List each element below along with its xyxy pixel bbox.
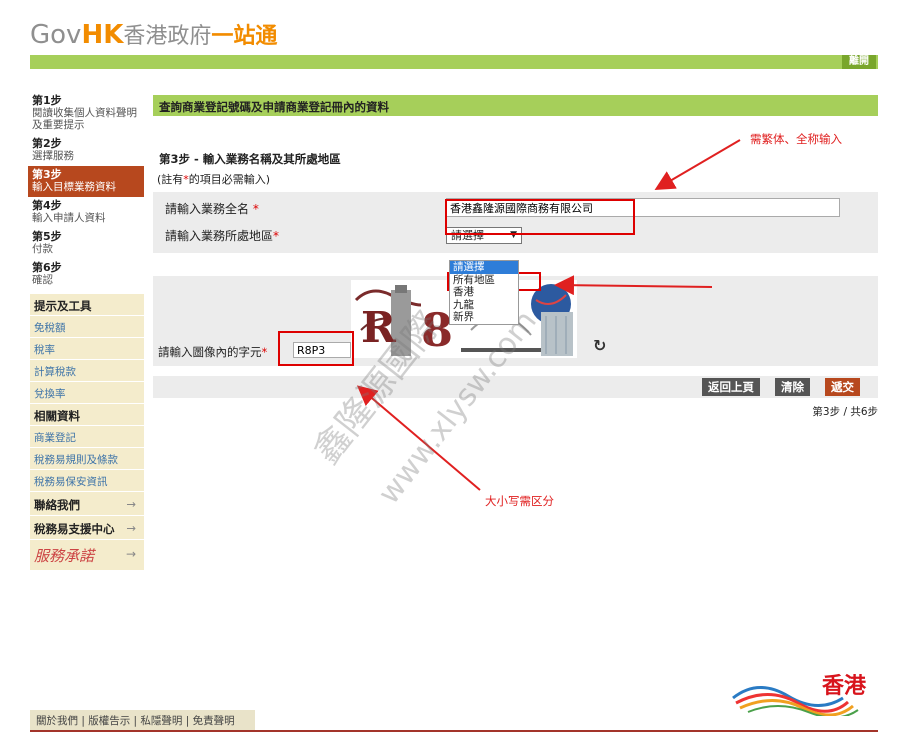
footer-links[interactable]: 關於我們 | 版權告示 | 私隱聲明 | 免責聲明 xyxy=(30,710,255,730)
region-option[interactable]: 香港 xyxy=(450,286,518,299)
region-dropdown[interactable]: 請選擇 所有地區 香港 九龍 新界 xyxy=(449,260,519,325)
region-option[interactable]: 九龍 xyxy=(450,299,518,312)
brand-hong-kong-logo: 香港 xyxy=(728,668,878,719)
hk-logo-text: 香港 xyxy=(822,674,867,699)
region-option[interactable]: 請選擇 xyxy=(450,261,518,274)
region-option[interactable]: 所有地區 xyxy=(450,274,518,287)
footer-divider xyxy=(30,730,878,732)
region-option[interactable]: 新界 xyxy=(450,311,518,324)
annotation-arrows xyxy=(356,139,741,491)
